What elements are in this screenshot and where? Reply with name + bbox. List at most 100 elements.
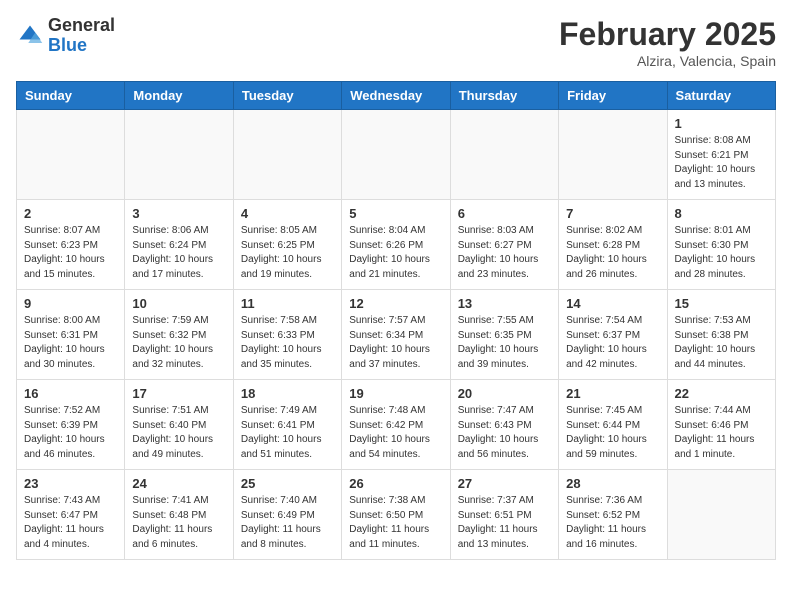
day-number: 14 [566, 296, 659, 311]
calendar-week-row: 1 Sunrise: 8:08 AM Sunset: 6:21 PM Daylig… [17, 110, 776, 200]
calendar-day-cell: 6 Sunrise: 8:03 AM Sunset: 6:27 PM Daylig… [450, 200, 558, 290]
day-number: 11 [241, 296, 334, 311]
calendar-day-cell [450, 110, 558, 200]
day-info: Sunrise: 8:06 AM Sunset: 6:24 PM Dayligh… [132, 224, 225, 282]
calendar-day-cell: 20Sunrise: 7:47 AM Sunset: 6:43 PM Dayli… [450, 380, 558, 470]
day-info: Sunrise: 7:45 AM Sunset: 6:44 PM Dayligh… [566, 404, 659, 462]
day-info: Sunrise: 8:02 AM Sunset: 6:28 PM Dayligh… [566, 224, 659, 282]
calendar-day-cell: 16 Sunrise: 7:52 AM Sunset: 6:39 PM Dayli… [17, 380, 125, 470]
calendar-day-cell: 3Sunrise: 8:06 AM Sunset: 6:24 PM Daylig… [125, 200, 233, 290]
calendar-day-cell [667, 470, 775, 560]
day-number: 22 [675, 386, 768, 401]
calendar-day-cell: 5 Sunrise: 8:04 AM Sunset: 6:26 PM Daylig… [342, 200, 450, 290]
calendar-day-cell: 1 Sunrise: 8:08 AM Sunset: 6:21 PM Daylig… [667, 110, 775, 200]
day-number: 12 [349, 296, 442, 311]
calendar-day-cell [559, 110, 667, 200]
calendar-day-cell: 19 Sunrise: 7:48 AM Sunset: 6:42 PM Dayli… [342, 380, 450, 470]
day-number: 2 [24, 206, 117, 221]
day-of-week-header: Saturday [667, 82, 775, 110]
calendar-day-cell [342, 110, 450, 200]
day-info: Sunrise: 7:58 AM Sunset: 6:33 PM Dayligh… [241, 314, 334, 372]
page-header: General Blue February 2025 Alzira, Valen… [16, 16, 776, 69]
calendar-header-row: SundayMondayTuesdayWednesdayThursdayFrid… [17, 82, 776, 110]
day-number: 6 [458, 206, 551, 221]
day-info: Sunrise: 8:05 AM Sunset: 6:25 PM Dayligh… [241, 224, 334, 282]
location-text: Alzira, Valencia, Spain [559, 53, 776, 69]
day-number: 10 [132, 296, 225, 311]
day-of-week-header: Wednesday [342, 82, 450, 110]
day-number: 1 [675, 116, 768, 131]
day-info: Sunrise: 7:51 AM Sunset: 6:40 PM Dayligh… [132, 404, 225, 462]
day-number: 15 [675, 296, 768, 311]
day-number: 27 [458, 476, 551, 491]
day-info: Sunrise: 7:54 AM Sunset: 6:37 PM Dayligh… [566, 314, 659, 372]
day-number: 9 [24, 296, 117, 311]
day-info: Sunrise: 7:37 AM Sunset: 6:51 PM Dayligh… [458, 494, 551, 552]
day-info: Sunrise: 7:48 AM Sunset: 6:42 PM Dayligh… [349, 404, 442, 462]
day-info: Sunrise: 7:38 AM Sunset: 6:50 PM Dayligh… [349, 494, 442, 552]
calendar-day-cell: 15 Sunrise: 7:53 AM Sunset: 6:38 PM Dayli… [667, 290, 775, 380]
calendar-day-cell: 22 Sunrise: 7:44 AM Sunset: 6:46 PM Dayli… [667, 380, 775, 470]
day-of-week-header: Tuesday [233, 82, 341, 110]
day-info: Sunrise: 7:49 AM Sunset: 6:41 PM Dayligh… [241, 404, 334, 462]
day-number: 18 [241, 386, 334, 401]
day-number: 25 [241, 476, 334, 491]
day-number: 5 [349, 206, 442, 221]
day-number: 24 [132, 476, 225, 491]
calendar-day-cell [17, 110, 125, 200]
calendar-day-cell: 26 Sunrise: 7:38 AM Sunset: 6:50 PM Dayli… [342, 470, 450, 560]
day-number: 20 [458, 386, 551, 401]
calendar-day-cell: 9 Sunrise: 8:00 AM Sunset: 6:31 PM Daylig… [17, 290, 125, 380]
calendar-day-cell: 23Sunrise: 7:43 AM Sunset: 6:47 PM Dayli… [17, 470, 125, 560]
calendar-day-cell: 28 Sunrise: 7:36 AM Sunset: 6:52 PM Dayli… [559, 470, 667, 560]
day-number: 26 [349, 476, 442, 491]
calendar-day-cell: 8 Sunrise: 8:01 AM Sunset: 6:30 PM Daylig… [667, 200, 775, 290]
day-info: Sunrise: 7:44 AM Sunset: 6:46 PM Dayligh… [675, 404, 768, 462]
day-of-week-header: Monday [125, 82, 233, 110]
calendar-day-cell: 2 Sunrise: 8:07 AM Sunset: 6:23 PM Daylig… [17, 200, 125, 290]
calendar-day-cell: 13Sunrise: 7:55 AM Sunset: 6:35 PM Dayli… [450, 290, 558, 380]
day-info: Sunrise: 8:01 AM Sunset: 6:30 PM Dayligh… [675, 224, 768, 282]
calendar-day-cell: 18 Sunrise: 7:49 AM Sunset: 6:41 PM Dayli… [233, 380, 341, 470]
day-info: Sunrise: 8:07 AM Sunset: 6:23 PM Dayligh… [24, 224, 117, 282]
day-number: 7 [566, 206, 659, 221]
day-info: Sunrise: 7:41 AM Sunset: 6:48 PM Dayligh… [132, 494, 225, 552]
title-block: February 2025 Alzira, Valencia, Spain [559, 16, 776, 69]
calendar-week-row: 9 Sunrise: 8:00 AM Sunset: 6:31 PM Daylig… [17, 290, 776, 380]
day-info: Sunrise: 8:08 AM Sunset: 6:21 PM Dayligh… [675, 134, 768, 192]
day-number: 16 [24, 386, 117, 401]
day-info: Sunrise: 8:03 AM Sunset: 6:27 PM Dayligh… [458, 224, 551, 282]
calendar-day-cell: 17 Sunrise: 7:51 AM Sunset: 6:40 PM Dayli… [125, 380, 233, 470]
day-info: Sunrise: 8:04 AM Sunset: 6:26 PM Dayligh… [349, 224, 442, 282]
calendar-day-cell: 25 Sunrise: 7:40 AM Sunset: 6:49 PM Dayli… [233, 470, 341, 560]
logo: General Blue [16, 16, 115, 56]
logo-general-text: General [48, 15, 115, 35]
day-info: Sunrise: 7:52 AM Sunset: 6:39 PM Dayligh… [24, 404, 117, 462]
day-of-week-header: Sunday [17, 82, 125, 110]
day-number: 13 [458, 296, 551, 311]
calendar-week-row: 2 Sunrise: 8:07 AM Sunset: 6:23 PM Daylig… [17, 200, 776, 290]
calendar-day-cell [125, 110, 233, 200]
day-number: 8 [675, 206, 768, 221]
month-title: February 2025 [559, 16, 776, 53]
day-of-week-header: Friday [559, 82, 667, 110]
day-info: Sunrise: 7:36 AM Sunset: 6:52 PM Dayligh… [566, 494, 659, 552]
day-number: 21 [566, 386, 659, 401]
calendar-day-cell: 21 Sunrise: 7:45 AM Sunset: 6:44 PM Dayli… [559, 380, 667, 470]
calendar-day-cell: 24 Sunrise: 7:41 AM Sunset: 6:48 PM Dayli… [125, 470, 233, 560]
calendar-day-cell [233, 110, 341, 200]
day-number: 17 [132, 386, 225, 401]
day-info: Sunrise: 7:53 AM Sunset: 6:38 PM Dayligh… [675, 314, 768, 372]
calendar-day-cell: 11 Sunrise: 7:58 AM Sunset: 6:33 PM Dayli… [233, 290, 341, 380]
day-info: Sunrise: 8:00 AM Sunset: 6:31 PM Dayligh… [24, 314, 117, 372]
calendar-week-row: 23Sunrise: 7:43 AM Sunset: 6:47 PM Dayli… [17, 470, 776, 560]
day-info: Sunrise: 7:43 AM Sunset: 6:47 PM Dayligh… [24, 494, 117, 552]
day-number: 19 [349, 386, 442, 401]
day-info: Sunrise: 7:40 AM Sunset: 6:49 PM Dayligh… [241, 494, 334, 552]
calendar-day-cell: 7 Sunrise: 8:02 AM Sunset: 6:28 PM Daylig… [559, 200, 667, 290]
calendar-table: SundayMondayTuesdayWednesdayThursdayFrid… [16, 81, 776, 560]
calendar-day-cell: 10Sunrise: 7:59 AM Sunset: 6:32 PM Dayli… [125, 290, 233, 380]
calendar-week-row: 16 Sunrise: 7:52 AM Sunset: 6:39 PM Dayli… [17, 380, 776, 470]
logo-icon [16, 22, 44, 50]
day-number: 28 [566, 476, 659, 491]
